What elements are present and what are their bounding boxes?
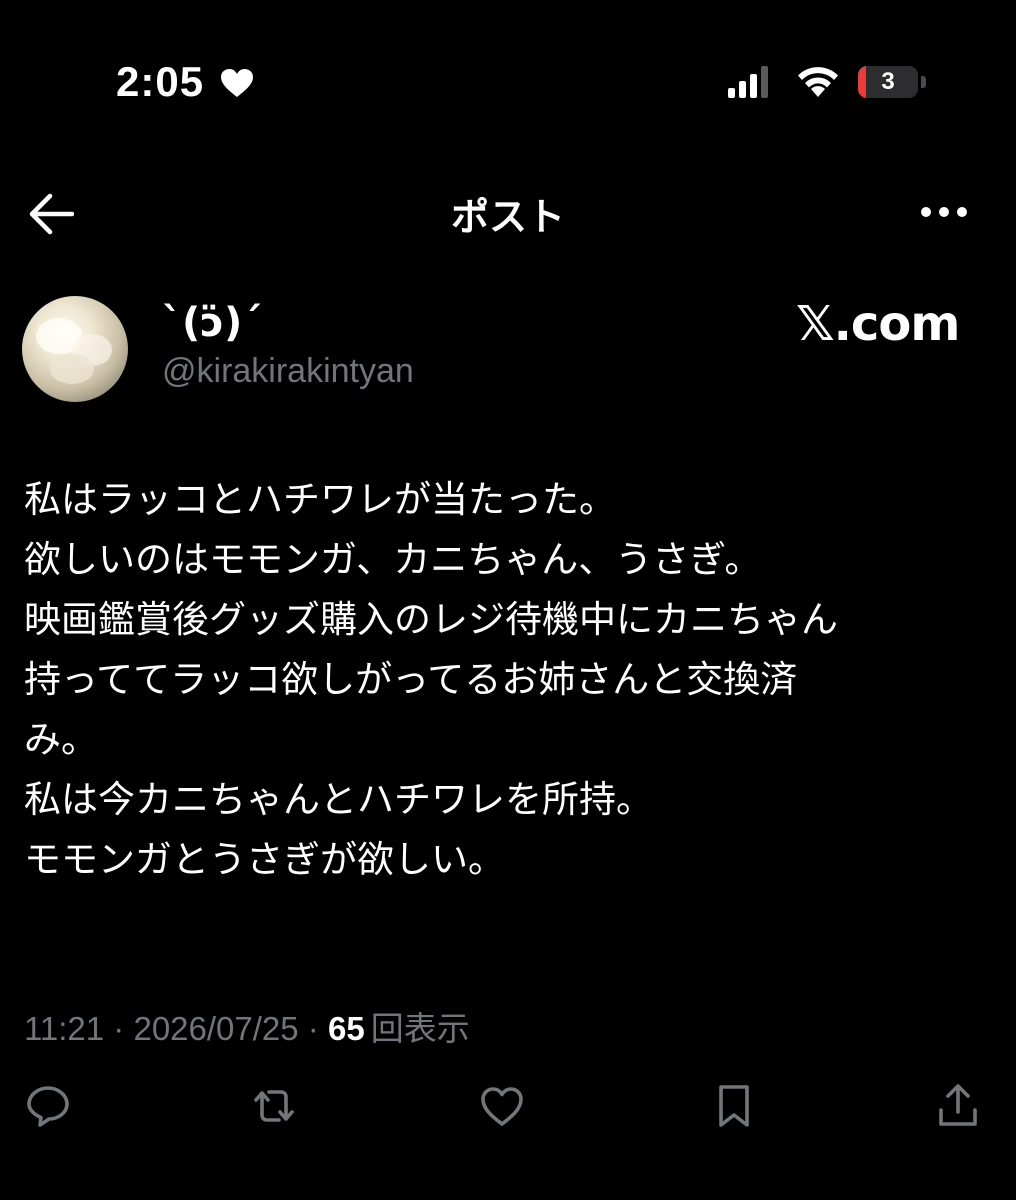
status-time: 2:05 bbox=[116, 58, 205, 105]
page-title: ポスト bbox=[450, 197, 565, 239]
heart-icon bbox=[220, 68, 254, 98]
post-line: み。 bbox=[24, 718, 98, 761]
post-line: 欲しいのはモモンガ、カニちゃん、うさぎ。 bbox=[24, 538, 762, 581]
like-icon[interactable] bbox=[478, 1082, 526, 1130]
wifi-icon bbox=[796, 64, 840, 98]
battery-cap bbox=[921, 76, 926, 88]
post-text: 私はラッコとハチワレが当たった。 欲しいのはモモンガ、カニちゃん、うさぎ。 映画… bbox=[24, 470, 984, 890]
user-handle[interactable]: @kirakirakintyan bbox=[162, 352, 414, 391]
post-line: 私はラッコとハチワレが当たった。 bbox=[24, 478, 616, 521]
post-line: 映画鑑賞後グッズ購入のレジ待機中にカニちゃん bbox=[24, 598, 838, 641]
views-label: 回表示 bbox=[370, 1010, 470, 1047]
post-date: 2026/07/25 bbox=[133, 1010, 299, 1047]
reply-icon[interactable] bbox=[24, 1082, 72, 1130]
avatar[interactable] bbox=[22, 296, 128, 402]
post-line: 私は今カニちゃんとハチワレを所持。 bbox=[24, 778, 653, 821]
battery-level: 3 bbox=[881, 68, 895, 95]
signal-icon bbox=[728, 66, 770, 98]
display-name[interactable]: ˋ(ɔ̈)ˊ bbox=[162, 300, 262, 346]
bookmark-icon[interactable] bbox=[710, 1082, 758, 1130]
battery-icon: 3 bbox=[858, 66, 918, 98]
share-icon[interactable] bbox=[934, 1082, 982, 1130]
more-horizontal-icon[interactable] bbox=[918, 200, 970, 224]
source-label: 𝕏.com bbox=[796, 296, 960, 352]
views-count[interactable]: 65 bbox=[328, 1010, 365, 1048]
post-line: 持っててラッコ欲しがってるお姉さんと交換済 bbox=[24, 658, 798, 701]
post-time: 11:21 bbox=[24, 1010, 105, 1047]
post-meta: 11:21 · 2026/07/25 · 65 回表示 bbox=[24, 1002, 470, 1050]
repost-icon[interactable] bbox=[250, 1082, 298, 1130]
meta-separator: · bbox=[104, 1010, 134, 1047]
meta-separator: · bbox=[298, 1010, 328, 1047]
post-line: モモンガとうさぎが欲しい。 bbox=[24, 838, 505, 881]
